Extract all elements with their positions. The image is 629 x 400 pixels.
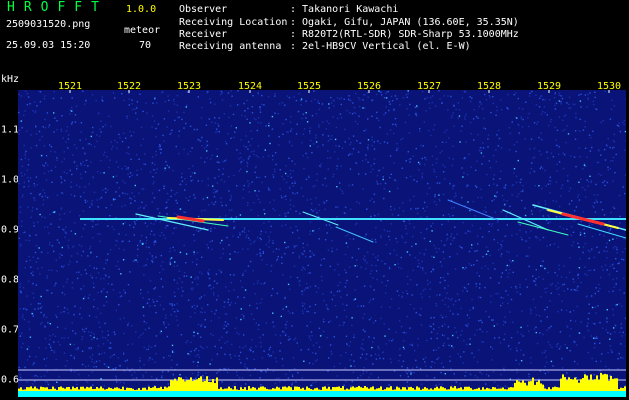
y-tick-label: 0.7: [1, 324, 20, 336]
app-version: 1.0.0: [126, 4, 157, 15]
detection-mode: meteor: [124, 25, 161, 36]
info-value: : Takanori Kawachi: [290, 4, 399, 15]
waterfall-spectrogram[interactable]: [18, 90, 626, 397]
info-antenna: Receiving antenna : 2el-HB9CV Vertical (e…: [179, 41, 471, 52]
y-tick-label: 0.8: [1, 274, 20, 286]
capture-datetime: 25.09.03 15:20: [6, 40, 91, 51]
info-location: Receiving Location: Ogaki, Gifu, JAPAN (…: [179, 17, 519, 28]
y-tick-label: 0.6: [1, 374, 20, 386]
info-label: Receiving antenna: [179, 41, 282, 52]
info-label: Observer: [179, 4, 228, 15]
y-tick-label: 1.1: [1, 124, 20, 136]
info-label: Receiving Location: [179, 17, 288, 28]
y-tick-label: 0.9: [1, 224, 20, 236]
info-label: Receiver: [179, 29, 228, 40]
info-value: : Ogaki, Gifu, JAPAN (136.60E, 35.35N): [290, 17, 519, 28]
y-axis-unit: kHz: [1, 74, 20, 85]
info-receiver: Receiver : R820T2(RTL-SDR) SDR-Sharp 53.1…: [179, 29, 519, 40]
app-title: HROFFT: [7, 0, 108, 15]
waterfall-background: [18, 90, 626, 397]
info-value: : 2el-HB9CV Vertical (el. E-W): [290, 41, 471, 52]
meteor-count: 70: [139, 40, 152, 51]
info-value: : R820T2(RTL-SDR) SDR-Sharp 53.1000MHz: [290, 29, 519, 40]
image-filename: 2509031520.png: [6, 19, 91, 30]
power-baseline: [18, 391, 626, 397]
info-observer: Observer : Takanori Kawachi: [179, 4, 398, 15]
y-tick-label: 1.0: [1, 174, 20, 186]
